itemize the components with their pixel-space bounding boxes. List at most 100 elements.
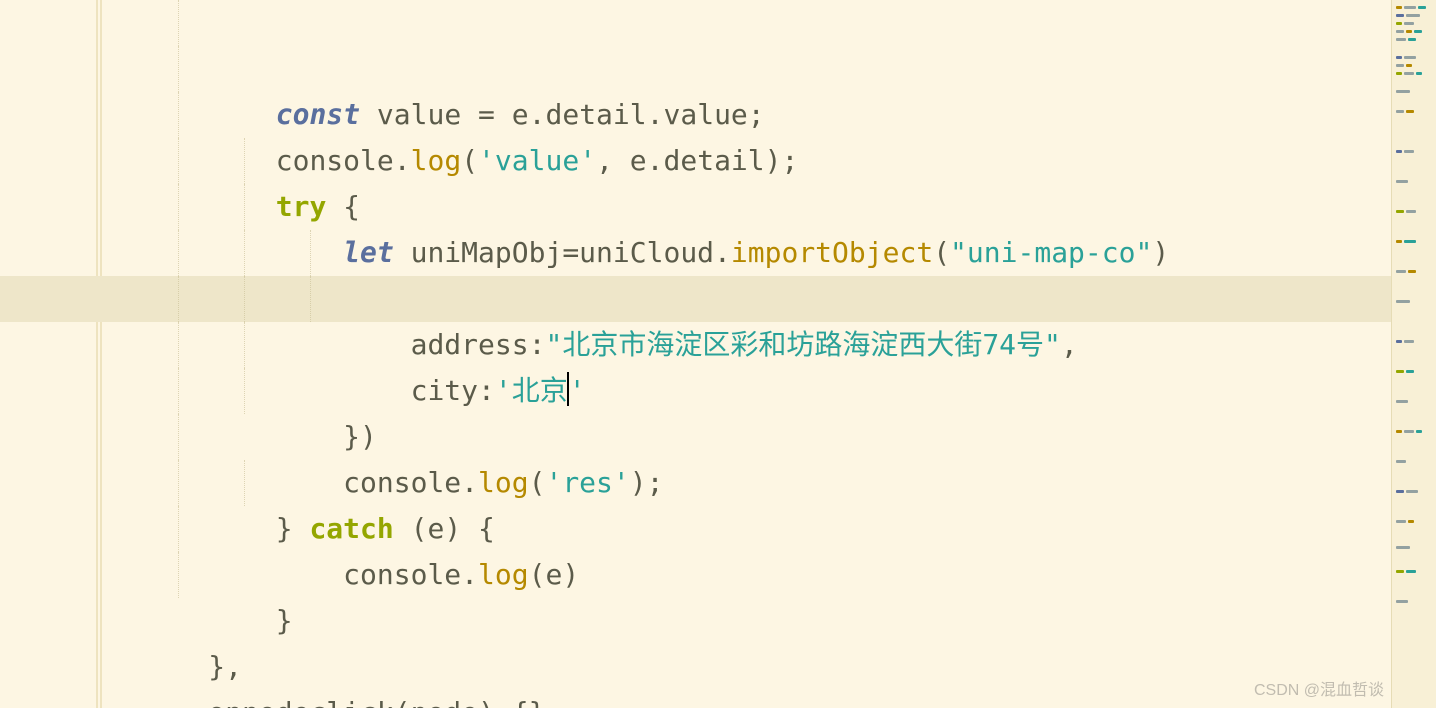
- minimap-chunk: [1396, 370, 1404, 373]
- minimap-chunk: [1406, 370, 1414, 373]
- minimap-row: [1396, 570, 1432, 574]
- minimap-row: [1396, 600, 1432, 604]
- minimap-chunk: [1396, 14, 1404, 17]
- minimap-chunk: [1396, 270, 1406, 273]
- code-line[interactable]: },: [0, 598, 1392, 644]
- minimap-chunk: [1396, 22, 1402, 25]
- code-line[interactable]: console.log(e): [0, 460, 1392, 506]
- minimap-row: [1396, 14, 1432, 18]
- minimap-chunk: [1416, 430, 1422, 433]
- minimap-chunk: [1396, 430, 1402, 433]
- minimap-chunk: [1408, 270, 1416, 273]
- minimap-row: [1396, 430, 1432, 434]
- minimap-row: [1396, 30, 1432, 34]
- code-editor[interactable]: const value = e.detail.value; console.lo…: [0, 0, 1392, 708]
- minimap-chunk: [1404, 72, 1414, 75]
- minimap-chunk: [1396, 72, 1402, 75]
- minimap-chunk: [1408, 520, 1414, 523]
- minimap-chunk: [1396, 600, 1408, 603]
- minimap-row: [1396, 6, 1432, 10]
- minimap-row: [1396, 110, 1432, 114]
- minimap-chunk: [1396, 340, 1402, 343]
- minimap-chunk: [1396, 64, 1404, 67]
- minimap-chunk: [1396, 460, 1406, 463]
- minimap-row: [1396, 22, 1432, 26]
- minimap-chunk: [1396, 400, 1408, 403]
- code-line[interactable]: address:"北京市海淀区彩和坊路海淀西大街74号",: [0, 230, 1392, 276]
- minimap-row: [1396, 72, 1432, 76]
- minimap-row: [1396, 546, 1432, 550]
- minimap-row: [1396, 370, 1432, 374]
- minimap-chunk: [1414, 30, 1422, 33]
- minimap-chunk: [1396, 210, 1404, 213]
- punct: }: [529, 696, 546, 708]
- minimap-chunk: [1418, 6, 1426, 9]
- minimap-chunk: [1396, 520, 1406, 523]
- minimap-chunk: [1406, 14, 1420, 17]
- code-line-active[interactable]: city:'北京': [0, 276, 1392, 322]
- code-line[interactable]: try {: [0, 92, 1392, 138]
- minimap-chunk: [1404, 150, 1414, 153]
- minimap-chunk: [1396, 38, 1406, 41]
- code-line[interactable]: let uniMapObj=uniCloud.importObject("uni…: [0, 138, 1392, 184]
- minimap-chunk: [1406, 570, 1416, 573]
- minimap-row: [1396, 240, 1432, 244]
- minimap-chunk: [1404, 56, 1416, 59]
- minimap-chunk: [1396, 240, 1402, 243]
- minimap-chunk: [1396, 546, 1410, 549]
- minimap-row: [1396, 300, 1432, 304]
- identifier: node: [411, 696, 478, 708]
- minimap-chunk: [1404, 6, 1416, 9]
- code-line[interactable]: console.log('value', e.detail);: [0, 46, 1392, 92]
- minimap-chunk: [1406, 64, 1412, 67]
- minimap-row: [1396, 340, 1432, 344]
- code-line[interactable]: }: [0, 506, 1392, 552]
- minimap-row: [1396, 38, 1432, 42]
- minimap-row: [1396, 90, 1432, 94]
- minimap-chunk: [1406, 30, 1412, 33]
- code-line[interactable]: }): [0, 322, 1392, 368]
- minimap-chunk: [1396, 300, 1410, 303]
- minimap-chunk: [1396, 56, 1402, 59]
- code-line[interactable]: let res=await uniMapObj.address2location…: [0, 184, 1392, 230]
- minimap-chunk: [1404, 240, 1416, 243]
- minimap-chunk: [1396, 570, 1404, 573]
- punct: {: [512, 696, 529, 708]
- punct: (: [394, 696, 411, 708]
- indent: [73, 696, 208, 708]
- minimap-chunk: [1396, 490, 1404, 493]
- minimap-row: [1396, 210, 1432, 214]
- minimap-row: [1396, 490, 1432, 494]
- code-line[interactable]: const value = e.detail.value;: [0, 0, 1392, 46]
- minimap-row: [1396, 180, 1432, 184]
- minimap-chunk: [1404, 430, 1414, 433]
- minimap-row: [1396, 150, 1432, 154]
- minimap-row: [1396, 460, 1432, 464]
- minimap-chunk: [1406, 210, 1416, 213]
- minimap-chunk: [1396, 30, 1404, 33]
- minimap[interactable]: [1391, 0, 1436, 708]
- code-line[interactable]: console.log('res');: [0, 368, 1392, 414]
- punct: ): [478, 696, 495, 708]
- minimap-chunk: [1406, 490, 1418, 493]
- minimap-chunk: [1396, 90, 1410, 93]
- code-line[interactable]: onnodeclick(node) {},: [0, 644, 1392, 690]
- minimap-row: [1396, 520, 1432, 524]
- minimap-row: [1396, 270, 1432, 274]
- minimap-chunk: [1404, 340, 1414, 343]
- minimap-chunk: [1396, 180, 1408, 183]
- minimap-chunk: [1396, 150, 1402, 153]
- code-line[interactable]: [0, 552, 1392, 598]
- minimap-chunk: [1396, 110, 1404, 113]
- minimap-row: [1396, 400, 1432, 404]
- minimap-chunk: [1396, 6, 1402, 9]
- minimap-chunk: [1416, 72, 1422, 75]
- minimap-chunk: [1406, 110, 1414, 113]
- identifier: onnodeclick: [208, 696, 393, 708]
- minimap-row: [1396, 56, 1432, 60]
- minimap-row: [1396, 64, 1432, 68]
- code-line[interactable]: } catch (e) {: [0, 414, 1392, 460]
- punct: ,: [545, 696, 562, 708]
- minimap-chunk: [1404, 22, 1414, 25]
- minimap-chunk: [1408, 38, 1416, 41]
